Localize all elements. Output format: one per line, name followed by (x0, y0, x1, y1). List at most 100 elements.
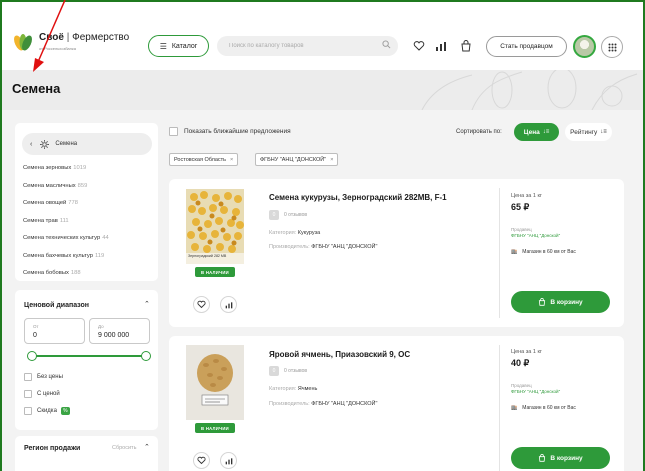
product-category: Категория: Кукуруза (269, 230, 321, 236)
product-image[interactable] (186, 189, 244, 264)
category-item[interactable]: Семена бобовых 188 (23, 269, 109, 287)
cart-icon (539, 454, 546, 462)
sort-by-price-button[interactable]: Цена ↓≡ (514, 123, 559, 141)
chevron-up-icon[interactable]: ⌃ (144, 443, 150, 451)
seller-label: Продавец (511, 227, 532, 232)
category-item[interactable]: Семена бахчевых культур 119 (23, 252, 109, 270)
logo-product: Фермерство (72, 32, 130, 43)
page-title: Семена (12, 81, 61, 96)
become-seller-button[interactable]: Стать продавцом (486, 36, 567, 57)
divider (499, 345, 500, 471)
store-icon: 🏬 (511, 249, 518, 255)
site-header: Своё | Фермерство от Россельхозбанка ☰ К… (2, 2, 643, 70)
grid-icon (608, 43, 616, 51)
heart-icon[interactable] (413, 40, 425, 52)
nearby-offers-label: Показать ближайшие предложения (184, 128, 291, 135)
search-icon[interactable] (382, 40, 391, 49)
favorite-button[interactable] (193, 452, 210, 469)
avatar[interactable] (573, 35, 596, 58)
add-to-cart-button[interactable]: В корзину (511, 291, 610, 313)
discount-badge: % (60, 407, 70, 415)
product-title[interactable]: Семена кукурузы, Зерноградский 282МВ, F-… (269, 193, 447, 202)
compare-icon (225, 301, 232, 308)
catalog-button-label: Каталог (171, 42, 198, 50)
price-from-value: 0 (33, 332, 37, 339)
product-image[interactable] (186, 345, 244, 420)
decorative-plants-background (421, 67, 638, 111)
filter-tag-region[interactable]: Ростовская Область × (169, 153, 239, 166)
price-from-field[interactable]: От 0 (24, 318, 85, 344)
sort-desc-icon: ↓≡ (542, 129, 550, 135)
no-price-checkbox[interactable]: Без цены (24, 373, 63, 381)
price-slider-max-handle[interactable] (141, 351, 151, 361)
with-price-checkbox[interactable]: С ценой (24, 390, 60, 398)
in-stock-badge: В НАЛИЧИИ (195, 423, 235, 433)
category-item[interactable]: Семена овощей 778 (23, 199, 109, 217)
seller-link[interactable]: ФГБНУ "АНЦ "Донской" (511, 233, 560, 238)
price-to-field[interactable]: До 9 000 000 (89, 318, 150, 344)
product-rating: 0 0 отзывов (269, 210, 307, 220)
category-list: Семена зерновых 1019 Семена масличных 859 … (23, 164, 109, 287)
region-filter-title: Регион продажи (24, 445, 81, 452)
price-slider-track[interactable] (34, 355, 146, 357)
compare-button[interactable] (220, 452, 237, 469)
region-reset-link[interactable]: Сбросить (112, 445, 136, 451)
region-filter-card (15, 436, 158, 471)
sort-by-rating-button[interactable]: Рейтингу ↓≡ (565, 123, 612, 141)
product-image-caption: Зерноградский 282 МВ (188, 254, 227, 258)
product-category: Категория: Ячмень (269, 386, 318, 392)
search-input[interactable] (217, 36, 398, 56)
logo-subtitle: от Россельхозбанка (39, 46, 76, 51)
category-back-label: Семена (55, 141, 78, 147)
compare-button[interactable] (220, 296, 237, 313)
cart-icon[interactable] (460, 40, 472, 52)
product-title[interactable]: Яровой ячмень, Приазовский 9, ОС (269, 350, 410, 359)
price-filter-title: Ценовой диапазон (24, 302, 89, 309)
chevron-left-icon: ‹ (30, 140, 33, 148)
category-item[interactable]: Семена трав 111 (23, 217, 109, 235)
sort-label: Сортировать по: (456, 129, 502, 135)
price-slider-min-handle[interactable] (27, 351, 37, 361)
compare-icon[interactable] (435, 40, 447, 52)
product-price: 65 ₽ (511, 202, 530, 212)
logo-brand: Своё (39, 32, 64, 43)
category-item[interactable]: Семена зерновых 1019 (23, 164, 109, 182)
apps-grid-button[interactable] (601, 36, 623, 58)
category-item[interactable]: Семена масличных 859 (23, 182, 109, 200)
heart-icon (197, 300, 206, 309)
filter-tag-producer[interactable]: ФГБНУ "АНЦ "ДОНСКОЙ" × (255, 153, 339, 166)
seeds-category-icon (40, 139, 50, 149)
divider (499, 188, 500, 318)
nearby-offers-checkbox[interactable]: Показать ближайшие предложения (169, 127, 291, 136)
site-logo[interactable]: Своё | Фермерство от Россельхозбанка (12, 32, 129, 54)
page-frame: Своё | Фермерство от Россельхозбанка ☰ К… (0, 0, 645, 471)
price-to-value: 9 000 000 (98, 332, 130, 339)
product-producer: Производитель: ФГБНУ "АНЦ "ДОНСКОЙ" (269, 401, 378, 407)
heart-icon (197, 456, 206, 465)
seller-link[interactable]: ФГБНУ "АНЦ "Донской" (511, 389, 560, 394)
close-icon[interactable]: × (230, 157, 233, 163)
seller-label: Продавец (511, 383, 532, 388)
price-from-label: От (33, 324, 39, 329)
cart-icon (539, 298, 546, 306)
catalog-button[interactable]: ☰ Каталог (148, 35, 209, 57)
price-to-label: До (98, 324, 104, 329)
menu-icon: ☰ (159, 41, 167, 51)
add-to-cart-button[interactable]: В корзину (511, 447, 610, 469)
chevron-up-icon[interactable]: ⌃ (144, 300, 150, 308)
wheat-logo-icon (14, 34, 32, 51)
category-item[interactable]: Семена технических культур 44 (23, 234, 109, 252)
title-band (2, 67, 643, 111)
store-icon: 🏬 (511, 405, 518, 411)
logo-separator: | (66, 32, 70, 43)
favorite-button[interactable] (193, 296, 210, 313)
price-label: Цена за 1 кг (511, 349, 542, 355)
in-stock-badge: В НАЛИЧИИ (195, 267, 235, 277)
discount-checkbox[interactable]: Скидка % (24, 407, 70, 415)
product-rating: 0 0 отзывов (269, 366, 307, 376)
close-icon[interactable]: × (330, 157, 333, 163)
store-distance: 🏬 Магазин в 60 км от Вас (511, 249, 576, 255)
product-price: 40 ₽ (511, 358, 530, 368)
category-back-button[interactable]: ‹ Семена (22, 133, 152, 155)
product-producer: Производитель: ФГБНУ "АНЦ "ДОНСКОЙ" (269, 244, 378, 250)
